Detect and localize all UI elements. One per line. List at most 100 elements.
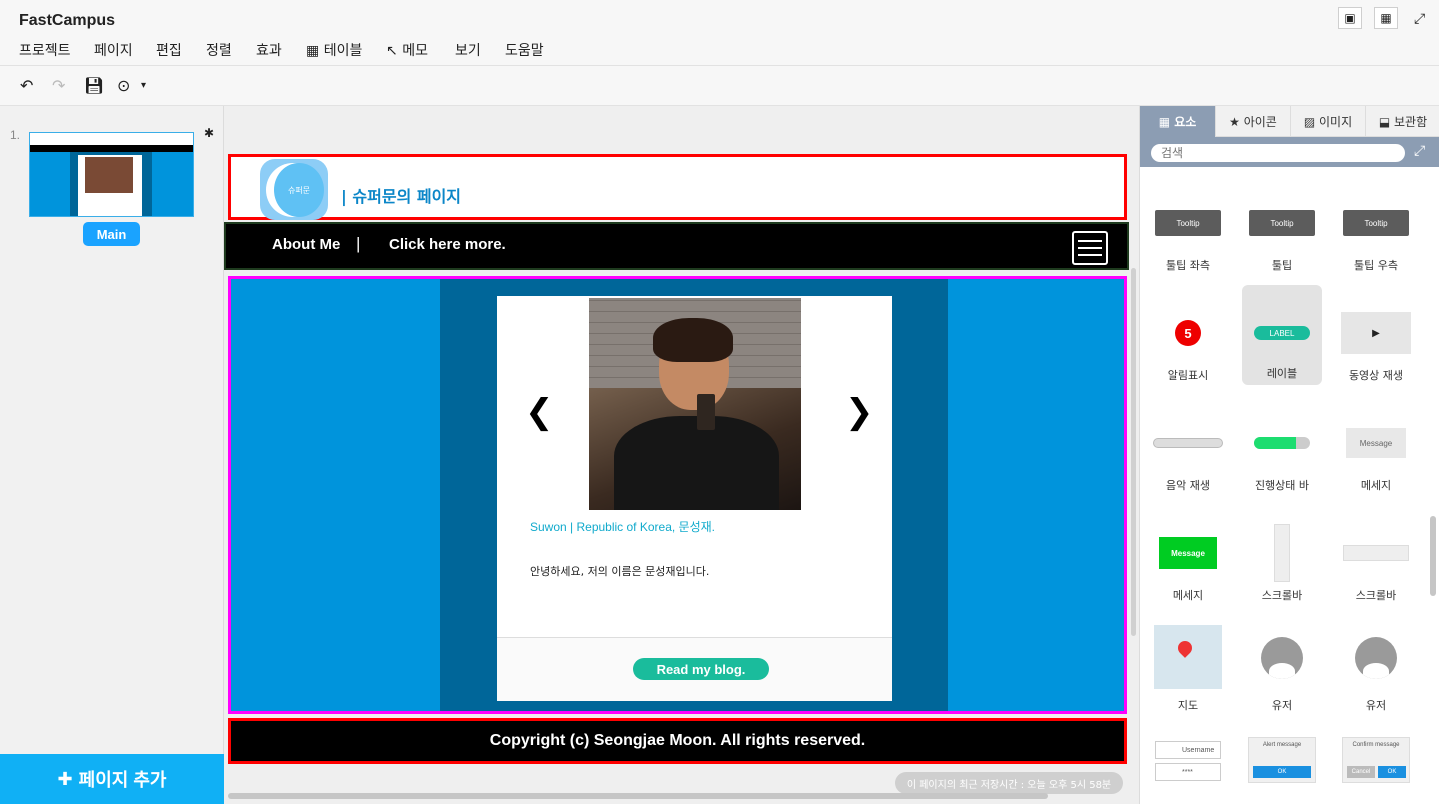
tab-elements[interactable]: ▦ 요소	[1140, 106, 1216, 137]
element-message-green[interactable]: Message 메세지	[1148, 513, 1228, 613]
tab-elements-label: 요소	[1174, 115, 1197, 129]
app-title: FastCampus	[19, 12, 116, 29]
menu-page[interactable]: 페이지	[94, 40, 133, 60]
element-notification[interactable]: 5 알림표시	[1148, 293, 1228, 393]
tooltip-preview: Tooltip	[1249, 210, 1315, 236]
panel-tabs: ▦ 요소 ★ 아이콘 ▨ 이미지 ⬓ 보관함	[1140, 106, 1439, 137]
menu-help[interactable]: 도움말	[505, 40, 544, 60]
element-tooltip-right[interactable]: Tooltip 툴팁 우측	[1336, 183, 1416, 283]
horizontal-scrollbar-preview	[1343, 545, 1409, 561]
alert-preview: Alert message OK	[1248, 737, 1316, 783]
panel-vertical-scrollbar[interactable]	[1430, 516, 1436, 596]
menu-align[interactable]: 정렬	[206, 40, 232, 60]
menu-edit[interactable]: 편집	[156, 40, 182, 60]
page-header[interactable]: 슈퍼문 | 슈퍼문의 페이지	[228, 154, 1127, 220]
element-login[interactable]: Username ****	[1148, 733, 1228, 804]
read-blog-button[interactable]: Read my blog.	[633, 658, 769, 680]
tab-images[interactable]: ▨ 이미지	[1291, 106, 1366, 137]
title-bar: FastCampus 프로젝트 페이지 편집 정렬 효과 ▦ 테이블 ↖ 메모 …	[0, 0, 1439, 66]
confirm-message-text: Confirm message	[1352, 742, 1400, 748]
header-title: | 슈퍼문의 페이지	[341, 187, 462, 206]
element-user-2[interactable]: 유저	[1336, 623, 1416, 723]
expand-icon[interactable]: ⤢	[1414, 142, 1425, 159]
hamburger-menu-icon[interactable]	[1072, 231, 1108, 265]
save-icon[interactable]: 💾︎	[84, 76, 104, 96]
element-label: 레이블	[1266, 367, 1298, 380]
image-icon: ▨	[1303, 114, 1320, 129]
content-section[interactable]: ❮ ❯ Suwon | Republic of Korea, 문성재. 안녕하세…	[228, 276, 1127, 714]
menu-effect[interactable]: 효과	[256, 40, 282, 60]
tooltip-preview: Tooltip	[1155, 210, 1221, 236]
redo-icon[interactable]: ↷	[52, 76, 65, 96]
element-tooltip-left[interactable]: Tooltip 툴팁 좌측	[1148, 183, 1228, 283]
grid-view-button[interactable]: ▦	[1374, 7, 1398, 29]
notification-badge-preview: 5	[1175, 320, 1201, 346]
element-label: 스크롤바	[1355, 589, 1397, 602]
confirm-ok-button: OK	[1378, 766, 1406, 778]
elements-panel: ▦ 요소 ★ 아이콘 ▨ 이미지 ⬓ 보관함 ⤢ Tooltip 툴팁 좌측 T…	[1139, 106, 1439, 804]
undo-icon[interactable]: ↶	[20, 76, 33, 96]
element-label: 툴팁 좌측	[1166, 259, 1210, 272]
element-alert[interactable]: Alert message OK	[1242, 733, 1322, 804]
message-preview: Message	[1159, 537, 1217, 569]
play-icon[interactable]: ⊙	[117, 76, 130, 96]
element-label: 진행상태 바	[1254, 479, 1310, 492]
prev-arrow-icon[interactable]: ❮	[525, 392, 554, 432]
star-icon: ★	[1229, 114, 1244, 129]
element-label: 스크롤바	[1261, 589, 1303, 602]
nav-bar[interactable]: About Me | Click here more.	[224, 222, 1129, 270]
element-audio[interactable]: 음악 재생	[1148, 403, 1228, 503]
element-tooltip[interactable]: Tooltip 툴팁	[1242, 183, 1322, 283]
intro-text: 안녕하세요, 저의 이름은 문성재입니다.	[530, 565, 710, 578]
confirm-preview: Confirm message Cancel OK	[1342, 737, 1410, 783]
photo-caption: Suwon | Republic of Korea, 문성재.	[530, 520, 715, 534]
element-label: 툴팁 우측	[1354, 259, 1398, 272]
page-thumbnail[interactable]	[29, 132, 194, 217]
tooltip-preview: Tooltip	[1343, 210, 1409, 236]
element-confirm[interactable]: Confirm message Cancel OK	[1336, 733, 1416, 804]
map-pin-icon	[1175, 638, 1195, 658]
user-avatar-icon	[1261, 637, 1303, 679]
element-label: 지도	[1177, 699, 1199, 712]
dropdown-icon[interactable]: ▾	[141, 80, 146, 91]
horizontal-scrollbar[interactable]	[228, 793, 1048, 799]
next-arrow-icon[interactable]: ❯	[845, 392, 874, 432]
menu-view[interactable]: 보기	[455, 40, 481, 60]
menu-table[interactable]: ▦ 테이블	[306, 40, 362, 60]
menu-memo[interactable]: ↖ 메모	[386, 40, 428, 60]
toolbar: ↶ ↷ 💾︎ ⊙ ▾	[0, 66, 1439, 106]
message-preview: Message	[1346, 428, 1406, 458]
element-map[interactable]: 지도	[1148, 623, 1228, 723]
page-footer[interactable]: Copyright (c) Seongjae Moon. All rights …	[228, 718, 1127, 764]
search-input[interactable]	[1151, 144, 1405, 162]
label-preview: LABEL	[1254, 326, 1310, 340]
element-video[interactable]: ▶ 동영상 재생	[1336, 293, 1416, 393]
menu-project[interactable]: 프로젝트	[19, 40, 71, 60]
element-scrollbar-horizontal[interactable]: 스크롤바	[1336, 513, 1416, 613]
nav-separator: |	[356, 234, 361, 253]
element-message-gray[interactable]: Message 메세지	[1336, 403, 1416, 503]
canvas-area[interactable]: 슈퍼문 | 슈퍼문의 페이지 About Me | Click here mor…	[224, 106, 1139, 804]
profile-card[interactable]: ❮ ❯ Suwon | Republic of Korea, 문성재. 안녕하세…	[497, 296, 892, 701]
film-view-button[interactable]: ▣	[1338, 7, 1362, 29]
element-label-item[interactable]: LABEL 레이블	[1242, 285, 1322, 385]
element-user-1[interactable]: 유저	[1242, 623, 1322, 723]
nav-more-link[interactable]: Click here more.	[389, 236, 506, 253]
plus-icon: ✚	[57, 768, 73, 789]
page-name-badge[interactable]: Main	[83, 222, 140, 246]
alert-message-text: Alert message	[1262, 742, 1302, 748]
add-page-label: 페이지 추가	[78, 770, 167, 790]
tab-storage-label: 보관함	[1394, 115, 1428, 129]
element-progress[interactable]: 진행상태 바	[1242, 403, 1322, 503]
progress-bar-preview	[1254, 437, 1310, 449]
element-scrollbar-vertical[interactable]: 스크롤바	[1242, 513, 1322, 613]
element-label: 음악 재생	[1166, 479, 1210, 492]
fullscreen-icon[interactable]: ⤢	[1414, 10, 1425, 27]
memo-icon: ↖	[386, 43, 398, 59]
tab-icons[interactable]: ★ 아이콘	[1216, 106, 1291, 137]
tab-storage[interactable]: ⬓ 보관함	[1366, 106, 1439, 137]
nav-about-link[interactable]: About Me	[272, 236, 340, 253]
add-page-button[interactable]: ✚ 페이지 추가	[0, 754, 224, 804]
canvas-vertical-scrollbar[interactable]	[1131, 268, 1136, 636]
map-preview	[1154, 625, 1222, 689]
